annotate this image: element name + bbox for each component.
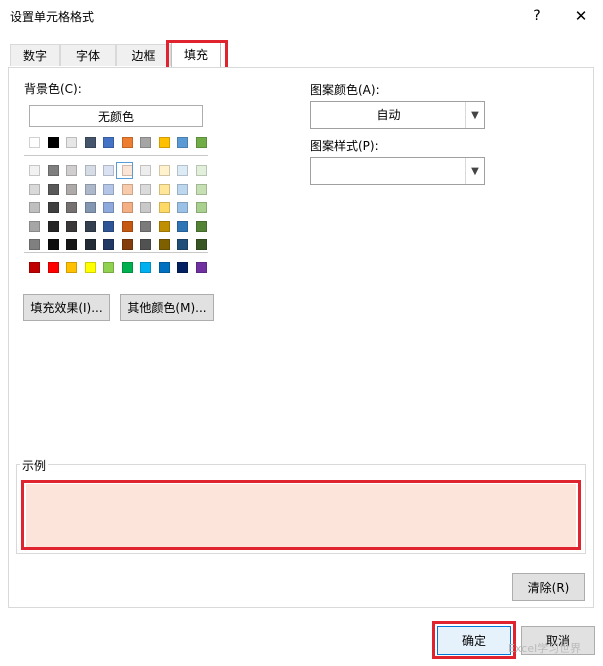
tab-fill[interactable]: 填充 bbox=[171, 42, 221, 68]
color-swatch[interactable] bbox=[121, 202, 133, 213]
color-swatch[interactable] bbox=[66, 220, 77, 232]
color-swatch[interactable] bbox=[29, 137, 40, 148]
fill-effects-button[interactable]: 填充效果(I)... bbox=[23, 294, 110, 321]
color-swatch[interactable] bbox=[66, 183, 77, 195]
more-colors-button[interactable]: 其他颜色(M)... bbox=[120, 294, 214, 321]
color-swatch[interactable] bbox=[29, 202, 40, 213]
close-button[interactable]: ✕ bbox=[561, 0, 601, 32]
color-swatch[interactable] bbox=[195, 202, 207, 213]
pattern-style-label: 图案样式(P): bbox=[310, 139, 379, 153]
color-swatch[interactable] bbox=[103, 183, 114, 195]
color-swatch[interactable] bbox=[66, 202, 77, 213]
chevron-down-icon: ▼ bbox=[465, 158, 484, 184]
color-swatch[interactable] bbox=[158, 262, 170, 273]
color-swatch[interactable] bbox=[47, 137, 59, 148]
color-swatch[interactable] bbox=[158, 202, 170, 213]
background-color-label: 背景色(C): bbox=[24, 82, 82, 96]
color-swatch[interactable] bbox=[47, 220, 59, 232]
color-swatch[interactable] bbox=[84, 165, 96, 176]
palette-separator bbox=[24, 252, 208, 253]
tab-font[interactable]: 字体 bbox=[60, 44, 116, 66]
color-swatch[interactable] bbox=[121, 137, 133, 148]
color-swatch[interactable] bbox=[29, 239, 40, 250]
color-swatch[interactable] bbox=[140, 202, 151, 213]
color-swatch[interactable] bbox=[29, 183, 40, 195]
pattern-color-select[interactable]: 自动 ▼ bbox=[310, 101, 485, 129]
color-swatch[interactable] bbox=[195, 137, 207, 148]
color-swatch[interactable] bbox=[66, 137, 77, 148]
color-swatch[interactable] bbox=[84, 183, 96, 195]
color-swatch[interactable] bbox=[121, 183, 133, 195]
dialog-title: 设置单元格格式 bbox=[10, 10, 95, 24]
color-swatch[interactable] bbox=[103, 202, 114, 213]
selected-color-frame bbox=[116, 162, 133, 179]
chevron-down-icon: ▼ bbox=[465, 102, 484, 128]
color-swatch[interactable] bbox=[103, 239, 114, 250]
color-swatch[interactable] bbox=[103, 220, 114, 232]
color-swatch[interactable] bbox=[195, 220, 207, 232]
color-swatch[interactable] bbox=[84, 262, 96, 273]
color-swatch[interactable] bbox=[121, 239, 133, 250]
color-swatch[interactable] bbox=[158, 165, 170, 176]
color-swatch[interactable] bbox=[177, 220, 188, 232]
watermark: Excel学习世界 bbox=[508, 642, 582, 655]
color-swatch[interactable] bbox=[195, 262, 207, 273]
color-swatch[interactable] bbox=[66, 165, 77, 176]
color-swatch[interactable] bbox=[177, 137, 188, 148]
sample-label: 示例 bbox=[20, 457, 49, 474]
pattern-style-value bbox=[311, 158, 466, 184]
color-swatch[interactable] bbox=[177, 239, 188, 250]
color-swatch[interactable] bbox=[84, 220, 96, 232]
color-swatch[interactable] bbox=[47, 183, 59, 195]
color-swatch[interactable] bbox=[158, 183, 170, 195]
color-swatch[interactable] bbox=[195, 165, 207, 176]
tab-border[interactable]: 边框 bbox=[116, 44, 171, 66]
pattern-style-select[interactable]: ▼ bbox=[310, 157, 485, 185]
no-color-label: 无颜色 bbox=[97, 109, 134, 124]
color-swatch[interactable] bbox=[158, 137, 170, 148]
color-swatch[interactable] bbox=[140, 262, 151, 273]
ok-button[interactable]: 确定 bbox=[437, 626, 511, 655]
color-swatch[interactable] bbox=[158, 239, 170, 250]
color-swatch[interactable] bbox=[140, 239, 151, 250]
color-swatch[interactable] bbox=[29, 165, 40, 176]
clear-button[interactable]: 清除(R) bbox=[512, 573, 585, 601]
help-button[interactable]: ? bbox=[517, 0, 557, 32]
color-swatch[interactable] bbox=[29, 220, 40, 232]
color-swatch[interactable] bbox=[84, 202, 96, 213]
color-swatch[interactable] bbox=[121, 262, 133, 273]
color-swatch[interactable] bbox=[47, 239, 59, 250]
color-swatch[interactable] bbox=[177, 183, 188, 195]
color-swatch[interactable] bbox=[158, 220, 170, 232]
color-swatch[interactable] bbox=[177, 165, 188, 176]
tab-number[interactable]: 数字 bbox=[10, 44, 60, 66]
sample-preview bbox=[26, 484, 576, 547]
palette-separator bbox=[24, 155, 208, 156]
color-swatch[interactable] bbox=[66, 262, 77, 273]
color-swatch[interactable] bbox=[29, 262, 40, 273]
pattern-color-label: 图案颜色(A): bbox=[310, 83, 380, 97]
color-swatch[interactable] bbox=[140, 165, 151, 176]
color-swatch[interactable] bbox=[47, 262, 59, 273]
color-swatch[interactable] bbox=[103, 165, 114, 176]
color-swatch[interactable] bbox=[140, 137, 151, 148]
color-swatch[interactable] bbox=[140, 220, 151, 232]
color-swatch[interactable] bbox=[47, 202, 59, 213]
color-swatch[interactable] bbox=[195, 239, 207, 250]
color-swatch[interactable] bbox=[177, 202, 188, 213]
pattern-color-value: 自动 bbox=[376, 108, 401, 122]
color-swatch[interactable] bbox=[177, 262, 188, 273]
no-color-button[interactable]: 无颜色 bbox=[29, 105, 203, 127]
color-swatch[interactable] bbox=[121, 220, 133, 232]
color-swatch[interactable] bbox=[84, 137, 96, 148]
color-swatch[interactable] bbox=[103, 137, 114, 148]
color-swatch[interactable] bbox=[103, 262, 114, 273]
color-swatch[interactable] bbox=[47, 165, 59, 176]
tab-strip: 数字 字体 边框 填充 bbox=[0, 32, 603, 68]
color-swatch[interactable] bbox=[66, 239, 77, 250]
color-swatch[interactable] bbox=[140, 183, 151, 195]
title-bar: 设置单元格格式 ? ✕ bbox=[0, 0, 603, 32]
color-swatch[interactable] bbox=[84, 239, 96, 250]
color-swatch[interactable] bbox=[195, 183, 207, 195]
